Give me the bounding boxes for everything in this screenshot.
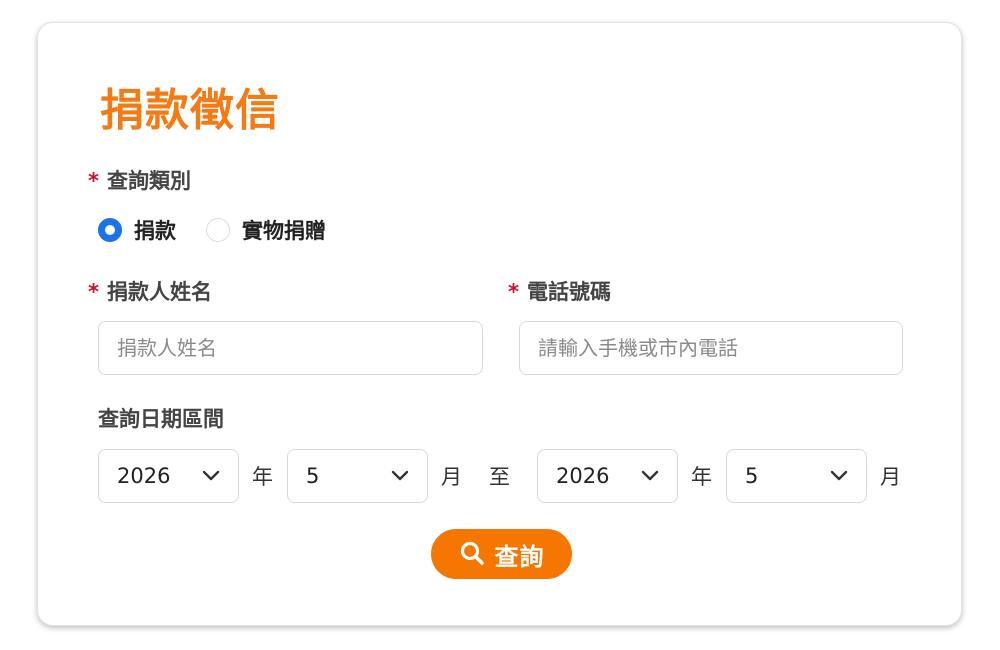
required-mark: * (508, 280, 519, 304)
end-year-select[interactable]: 2026 (537, 449, 678, 503)
radio-in-kind[interactable]: 實物捐贈 (206, 215, 326, 245)
year-unit: 年 (691, 465, 712, 489)
category-label-text: 查詢類別 (106, 169, 191, 193)
phone-input[interactable] (519, 321, 903, 375)
start-year-select[interactable]: 2026 (98, 449, 239, 503)
radio-donation[interactable]: 捐款 (98, 215, 176, 245)
category-label: * 查詢類別 (88, 167, 191, 195)
year-unit: 年 (252, 465, 273, 489)
to-text: 至 (489, 465, 510, 489)
required-mark: * (88, 169, 99, 193)
end-year-value: 2026 (556, 464, 610, 488)
search-icon (459, 540, 485, 569)
end-month-value: 5 (745, 464, 759, 488)
donor-name-label: * 捐款人姓名 (88, 278, 212, 306)
chevron-down-icon (391, 470, 409, 482)
date-range-label: 查詢日期區間 (98, 407, 224, 431)
start-month-select[interactable]: 5 (287, 449, 428, 503)
month-unit: 月 (880, 465, 901, 489)
start-year-value: 2026 (117, 464, 171, 488)
donor-name-input[interactable] (98, 321, 483, 375)
phone-label: * 電話號碼 (508, 278, 611, 306)
chevron-down-icon (641, 470, 659, 482)
required-mark: * (88, 280, 99, 304)
radio-in-kind-indicator[interactable] (206, 218, 230, 242)
search-button-label: 查詢 (494, 543, 545, 571)
category-radio-group: 捐款 實物捐贈 (98, 213, 356, 247)
chevron-down-icon (830, 470, 848, 482)
month-unit: 月 (441, 465, 462, 489)
end-month-select[interactable]: 5 (726, 449, 867, 503)
start-month-value: 5 (306, 464, 320, 488)
search-button[interactable]: 查詢 (431, 529, 572, 579)
radio-donation-label[interactable]: 捐款 (134, 215, 176, 245)
phone-label-text: 電話號碼 (526, 280, 611, 304)
radio-donation-indicator[interactable] (98, 218, 122, 242)
donor-name-label-text: 捐款人姓名 (106, 280, 212, 304)
chevron-down-icon (202, 470, 220, 482)
page-title: 捐款徵信 (100, 85, 280, 136)
donation-inquiry-card: 捐款徵信 * 查詢類別 捐款 實物捐贈 * 捐款人姓名 * 電話號碼 查詢日期區間 2… (37, 22, 962, 626)
radio-in-kind-label[interactable]: 實物捐贈 (242, 215, 326, 245)
